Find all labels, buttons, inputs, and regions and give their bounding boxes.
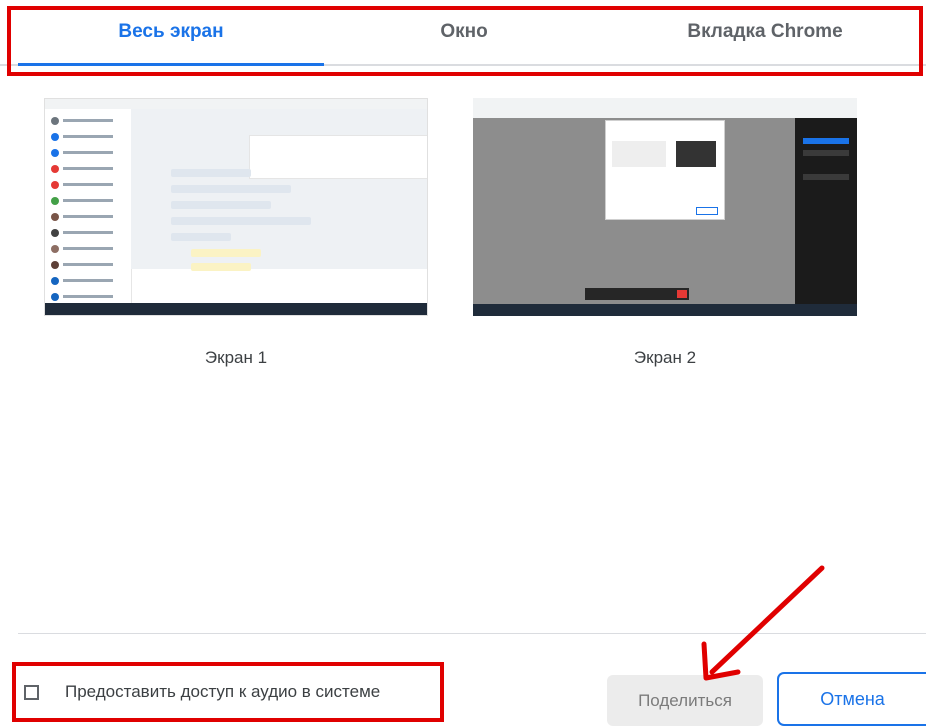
tab-window[interactable]: Окно: [324, 0, 604, 64]
screen-option-1[interactable]: Экран 1: [44, 98, 428, 368]
tab-entire-screen-label: Весь экран: [118, 21, 224, 42]
screen-1-thumbnail: [44, 98, 428, 316]
tab-chrome-tab-label: Вкладка Chrome: [687, 21, 843, 42]
source-tabs: Весь экран Окно Вкладка Chrome: [0, 0, 926, 66]
screen-1-label: Экран 1: [204, 348, 268, 367]
screen-2-label: Экран 2: [633, 348, 697, 367]
dialog-footer: Предоставить доступ к аудио в системе По…: [0, 650, 926, 726]
audio-share-option: Предоставить доступ к аудио в системе: [12, 662, 444, 722]
tab-window-label: Окно: [440, 21, 488, 42]
screen-option-2[interactable]: Экран 2: [473, 98, 857, 368]
tab-chrome-tab[interactable]: Вкладка Chrome: [604, 0, 926, 64]
screen-2-thumbnail: [473, 98, 857, 316]
audio-share-checkbox[interactable]: [24, 684, 39, 700]
cancel-button[interactable]: Отмена: [777, 672, 926, 726]
share-button[interactable]: Поделиться: [607, 675, 763, 726]
tab-entire-screen[interactable]: Весь экран: [0, 0, 324, 66]
audio-share-label[interactable]: Предоставить доступ к аудио в системе: [65, 682, 380, 702]
screen-picker-area: Экран 1 Экран 2: [18, 78, 926, 634]
